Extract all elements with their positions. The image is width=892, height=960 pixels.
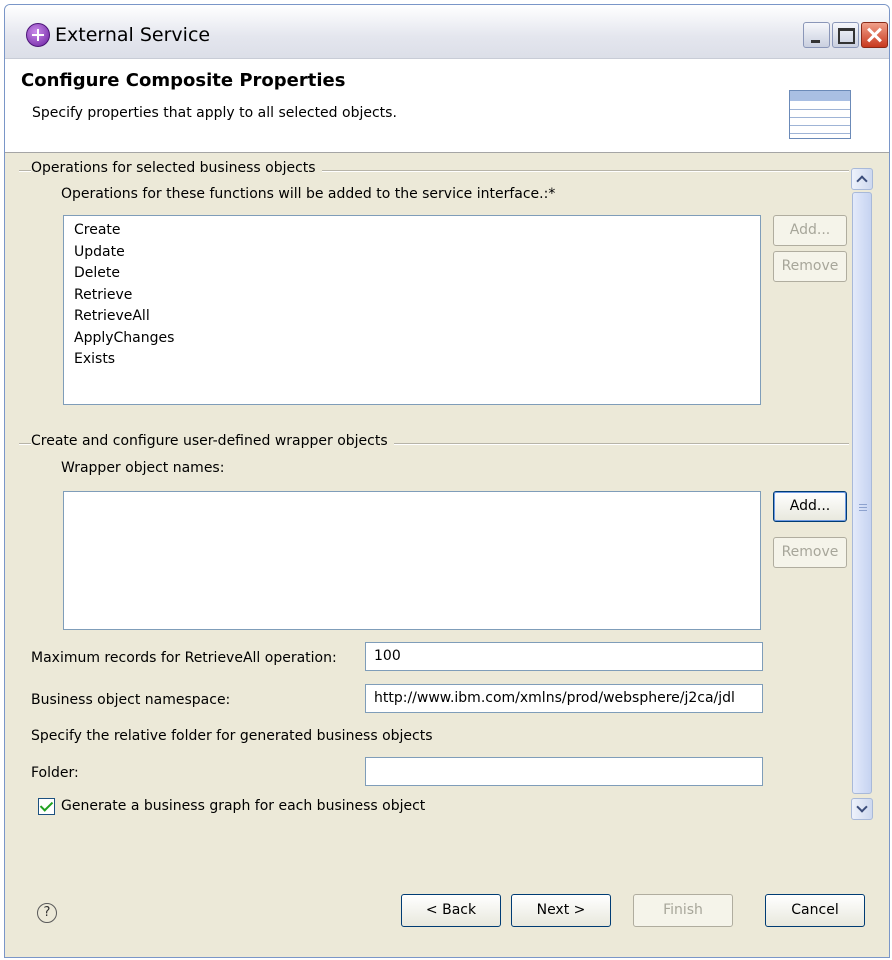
operations-list[interactable]: Create Update Delete Retrieve RetrieveAll App… — [63, 215, 761, 405]
business-graph-label[interactable]: Generate a business graph for each busin… — [61, 798, 425, 814]
operations-list-label: Operations for these functions will be a… — [61, 186, 556, 202]
scroll-up-arrow-icon[interactable] — [851, 168, 873, 190]
scroll-down-arrow-icon[interactable] — [851, 798, 873, 820]
operations-add-button[interactable]: Add... — [773, 215, 847, 246]
wrapper-list-label: Wrapper object names: — [61, 460, 225, 476]
minimize-button[interactable] — [803, 22, 830, 48]
app-icon — [26, 23, 50, 47]
page-title: Configure Composite Properties — [21, 70, 346, 91]
properties-panel: Operations for selected business objects… — [19, 160, 859, 820]
title-bar[interactable]: External Service — [5, 5, 889, 59]
list-item[interactable]: Update — [64, 242, 760, 264]
maximize-button[interactable] — [832, 22, 859, 48]
business-graph-checkbox[interactable] — [38, 798, 55, 815]
list-item[interactable]: Exists — [64, 349, 760, 371]
cancel-button[interactable]: Cancel — [765, 894, 865, 927]
max-records-label: Maximum records for RetrieveAll operatio… — [31, 650, 337, 666]
operations-remove-button[interactable]: Remove — [773, 251, 847, 282]
wrapper-group-title: Create and configure user-defined wrappe… — [31, 433, 394, 449]
next-button[interactable]: Next > — [511, 894, 611, 927]
folder-input[interactable] — [365, 757, 763, 786]
list-item[interactable]: ApplyChanges — [64, 328, 760, 350]
folder-description: Specify the relative folder for generate… — [31, 728, 433, 744]
close-button[interactable] — [861, 22, 888, 48]
namespace-label: Business object namespace: — [31, 692, 231, 708]
vertical-scrollbar[interactable] — [851, 168, 873, 820]
list-item[interactable]: RetrieveAll — [64, 306, 760, 328]
window-title: External Service — [55, 24, 211, 46]
wizard-banner: Configure Composite Properties Specify p… — [5, 59, 889, 153]
wrapper-remove-button[interactable]: Remove — [773, 537, 847, 568]
max-records-input[interactable]: 100 — [365, 642, 763, 671]
table-wizard-graphic-icon — [789, 90, 851, 139]
list-item[interactable]: Create — [64, 220, 760, 242]
folder-label: Folder: — [31, 765, 79, 781]
list-item[interactable]: Delete — [64, 263, 760, 285]
list-item[interactable]: Retrieve — [64, 285, 760, 307]
page-description: Specify properties that apply to all sel… — [32, 105, 397, 121]
external-service-window: External Service Configure Composite Pro… — [4, 4, 890, 958]
finish-button[interactable]: Finish — [633, 894, 733, 927]
help-icon[interactable]: ? — [37, 903, 57, 923]
wrapper-object-list[interactable] — [63, 491, 761, 630]
back-button[interactable]: < Back — [401, 894, 501, 927]
wrapper-add-button[interactable]: Add... — [773, 491, 847, 522]
scrollbar-thumb[interactable] — [852, 192, 872, 794]
namespace-input[interactable]: http://www.ibm.com/xmlns/prod/websphere/… — [365, 684, 763, 713]
operations-group-title: Operations for selected business objects — [31, 160, 322, 176]
